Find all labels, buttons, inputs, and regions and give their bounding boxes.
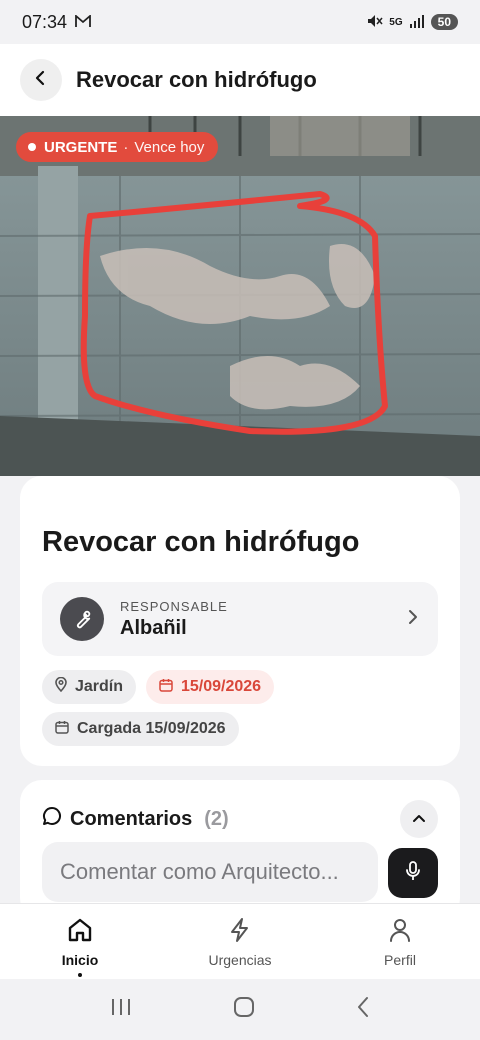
due-date-chip: 15/09/2026 xyxy=(146,670,275,704)
urgent-label: URGENTE xyxy=(44,138,118,156)
system-back-button[interactable] xyxy=(356,996,370,1023)
nav-item-perfil[interactable]: Perfil xyxy=(320,904,480,979)
location-pin-icon xyxy=(55,676,67,697)
arrow-left-icon xyxy=(33,70,49,91)
nav-label-perfil: Perfil xyxy=(384,952,416,968)
location-label: Jardín xyxy=(75,678,124,695)
active-indicator xyxy=(78,973,82,977)
comments-title: Comentarios xyxy=(70,807,193,830)
system-nav-bar xyxy=(0,979,480,1040)
home-icon xyxy=(66,916,94,949)
comments-count: (2) xyxy=(204,807,229,830)
lightning-icon xyxy=(226,916,254,949)
urgent-badge: URGENTE · Vence hoy xyxy=(16,132,219,162)
speech-bubble-icon xyxy=(42,806,62,832)
responsible-caption: RESPONSABLE xyxy=(120,598,228,614)
comment-input[interactable] xyxy=(42,842,378,902)
back-button[interactable] xyxy=(20,59,62,101)
task-title: Revocar con hidrófugo xyxy=(42,526,360,558)
task-detail-card: Revocar con hidrófugo RESPONSABLE Albañi… xyxy=(20,476,460,766)
status-time: 07:34 xyxy=(22,11,68,32)
due-date-label: 15/09/2026 xyxy=(181,678,262,695)
wall-photo-image xyxy=(0,116,480,476)
nav-label-urgencias: Urgencias xyxy=(208,952,272,968)
gmail-icon xyxy=(75,12,91,33)
network-label: 5G xyxy=(389,16,403,28)
comments-card: Comentarios (2) xyxy=(20,780,460,920)
signal-icon xyxy=(409,14,425,31)
created-chip: Cargada 15/09/2026 xyxy=(42,712,239,746)
collapse-comments-button[interactable] xyxy=(400,800,438,838)
voice-input-button[interactable] xyxy=(388,848,438,898)
battery-indicator: 50 xyxy=(430,14,458,30)
created-label: Cargada 15/09/2026 xyxy=(77,720,226,737)
mute-icon xyxy=(367,14,383,31)
page-title: Revocar con hidrófugo xyxy=(76,67,317,92)
task-photo[interactable]: URGENTE · Vence hoy xyxy=(0,116,480,476)
microphone-icon xyxy=(404,860,422,887)
urgent-due-text: Vence hoy xyxy=(134,138,205,156)
recent-apps-button[interactable] xyxy=(110,997,132,1022)
person-icon xyxy=(386,916,414,949)
wrench-icon xyxy=(60,597,104,641)
chevron-up-icon xyxy=(412,810,426,828)
calendar-icon xyxy=(159,678,173,697)
urgent-dot-icon xyxy=(28,143,36,151)
nav-item-urgencias[interactable]: Urgencias xyxy=(160,904,320,979)
nav-item-inicio[interactable]: Inicio xyxy=(0,904,160,979)
status-bar: 07:34 5G 50 xyxy=(0,0,480,44)
bottom-nav: Inicio Urgencias Perfil xyxy=(0,903,480,979)
app-header: Revocar con hidrófugo xyxy=(0,44,480,116)
calendar-icon xyxy=(55,720,69,739)
comments-header: Comentarios (2) xyxy=(42,806,229,832)
home-button[interactable] xyxy=(233,996,255,1023)
chevron-right-icon xyxy=(408,609,418,630)
nav-label-inicio: Inicio xyxy=(61,952,99,968)
responsible-value: Albañil xyxy=(120,616,187,639)
responsible-row[interactable]: RESPONSABLE Albañil xyxy=(42,582,438,656)
urgent-separator: · xyxy=(123,138,129,156)
location-chip: Jardín xyxy=(42,670,137,704)
